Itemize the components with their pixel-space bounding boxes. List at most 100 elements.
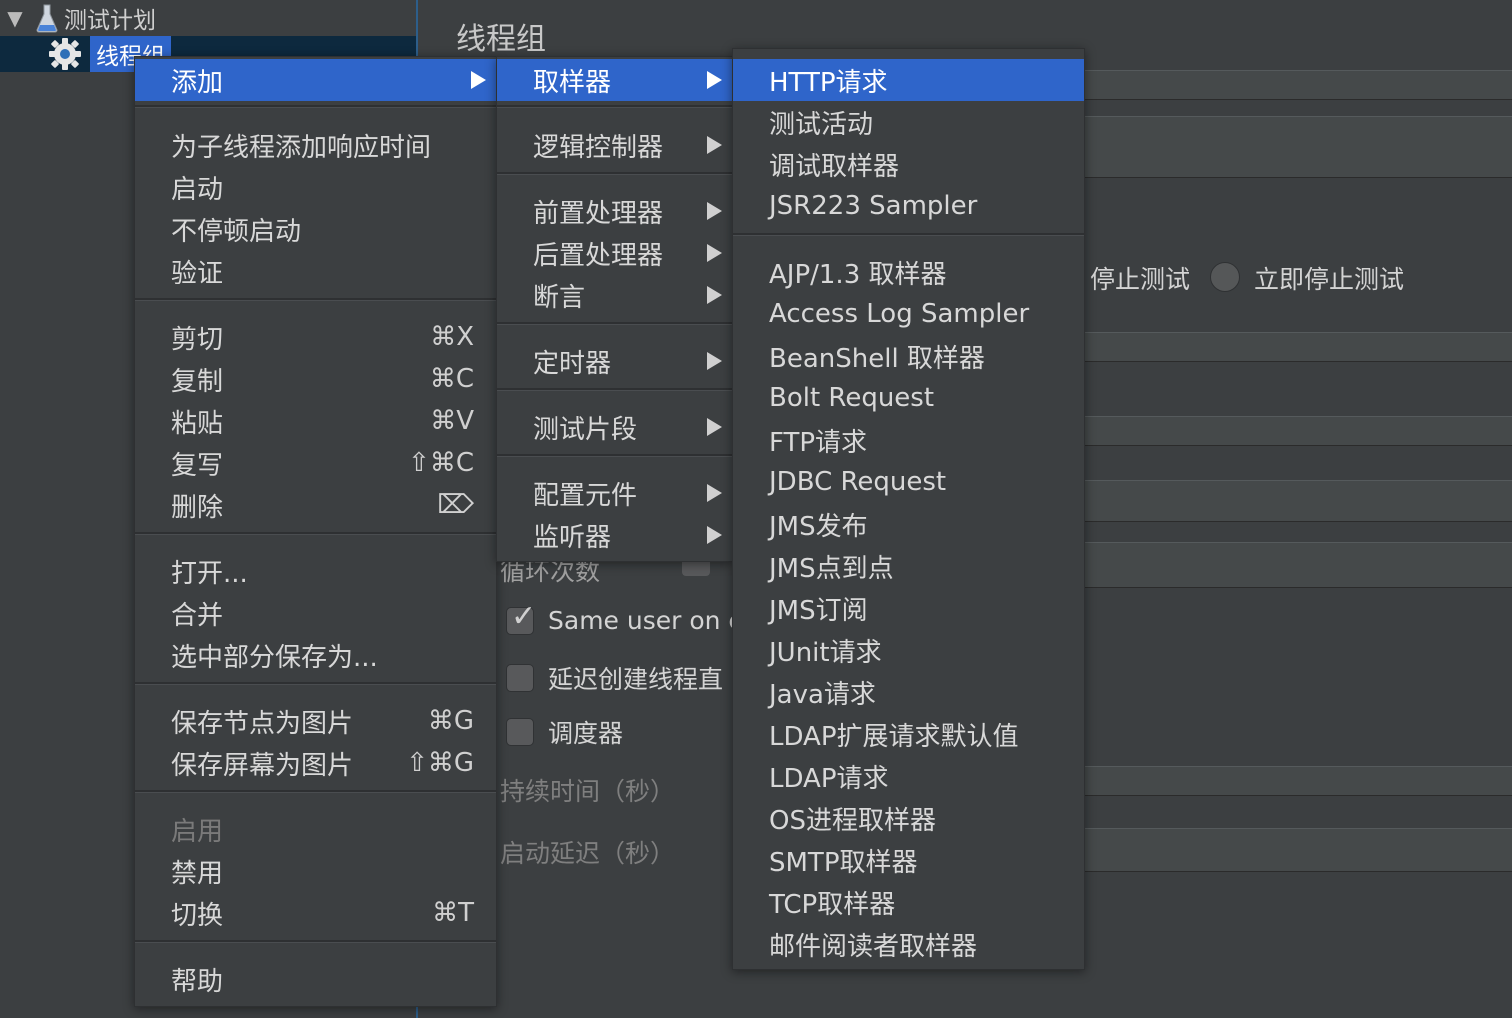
menu-item-label: 禁用 <box>171 858 224 889</box>
expand-toggle-icon[interactable]: ▼ <box>0 6 30 30</box>
menu-item-delete[interactable]: 删除 ⌦ <box>135 484 496 526</box>
menu-item-label: 定时器 <box>533 348 612 379</box>
menu-item-java-request[interactable]: Java请求 <box>733 671 1084 713</box>
menu-item-mail-reader-sampler[interactable]: 邮件阅读者取样器 <box>733 923 1084 965</box>
stop-now-radio[interactable] <box>1210 262 1240 292</box>
menu-item-label: 保存节点为图片 <box>171 708 354 739</box>
menu-item-test-action[interactable]: 测试活动 <box>733 101 1084 143</box>
menu-item-label: 复写 <box>171 450 224 481</box>
menu-item-smtp-sampler[interactable]: SMTP取样器 <box>733 839 1084 881</box>
menu-item-label: JMS订阅 <box>769 595 868 626</box>
shortcut-label: ⌘X <box>430 322 474 352</box>
menu-item-label: 断言 <box>533 282 586 313</box>
thread-group-gear-icon <box>46 36 84 72</box>
menu-item-merge[interactable]: 合并 <box>135 592 496 634</box>
loop-field[interactable] <box>1084 480 1512 522</box>
menu-item-ldap-request[interactable]: LDAP请求 <box>733 755 1084 797</box>
startup-delay-label: 启动延迟（秒） <box>500 839 676 868</box>
menu-item-save-node-image[interactable]: 保存节点为图片 ⌘G <box>135 700 496 742</box>
menu-item-ftp-request[interactable]: FTP请求 <box>733 419 1084 461</box>
menu-item-save-screen-image[interactable]: 保存屏幕为图片 ⇧⌘G <box>135 742 496 784</box>
menu-item-jsr223-sampler[interactable]: JSR223 Sampler <box>733 185 1084 227</box>
menu-item-toggle[interactable]: 切换 ⌘T <box>135 892 496 934</box>
menu-item-tcp-sampler[interactable]: TCP取样器 <box>733 881 1084 923</box>
menu-item-post-processor[interactable]: 后置处理器 <box>497 232 732 274</box>
menu-item-label: 不停顿启动 <box>171 216 302 247</box>
shortcut-label: ⌘G <box>427 706 474 736</box>
menu-item-add[interactable]: 添加 <box>135 59 496 101</box>
menu-item-access-log-sampler[interactable]: Access Log Sampler <box>733 293 1084 335</box>
menu-item-label: JMS发布 <box>769 511 868 542</box>
menu-separator <box>135 298 496 301</box>
delay-create-option[interactable]: 延迟创建线程直 <box>506 660 723 696</box>
name-field[interactable] <box>1084 70 1512 100</box>
menu-item-validate[interactable]: 验证 <box>135 250 496 292</box>
menu-item-sampler[interactable]: 取样器 <box>497 59 732 101</box>
ramp-up-field[interactable] <box>1084 416 1512 446</box>
menu-separator <box>497 388 732 391</box>
shortcut-label: ⌘V <box>430 406 474 436</box>
menu-item-ajp-sampler[interactable]: AJP/1.3 取样器 <box>733 251 1084 293</box>
menu-item-copy[interactable]: 复制 ⌘C <box>135 358 496 400</box>
menu-item-junit-request[interactable]: JUnit请求 <box>733 629 1084 671</box>
submenu-arrow-icon <box>707 352 722 370</box>
scheduler-checkbox[interactable] <box>506 718 534 746</box>
same-user-option[interactable]: ✓ Same user on e <box>506 601 744 635</box>
menu-item-os-process-sampler[interactable]: OS进程取样器 <box>733 797 1084 839</box>
startup-delay-field[interactable] <box>1084 828 1512 872</box>
duration-field[interactable] <box>1084 766 1512 796</box>
menu-item-beanshell-sampler[interactable]: BeanShell 取样器 <box>733 335 1084 377</box>
menu-item-jms-subscribe[interactable]: JMS订阅 <box>733 587 1084 629</box>
scheduler-label: 调度器 <box>548 719 624 748</box>
menu-item-open[interactable]: 打开... <box>135 550 496 592</box>
menu-item-start-no-pause[interactable]: 不停顿启动 <box>135 208 496 250</box>
menu-item-disable[interactable]: 禁用 <box>135 850 496 892</box>
menu-separator <box>497 454 732 457</box>
delay-create-checkbox[interactable] <box>506 664 534 692</box>
menu-item-logic-controller[interactable]: 逻辑控制器 <box>497 124 732 166</box>
tree-node-test-plan[interactable]: ▼ 测试计划 <box>0 0 416 36</box>
menu-item-ldap-ext-defaults[interactable]: LDAP扩展请求默认值 <box>733 713 1084 755</box>
comments-field[interactable] <box>1084 116 1512 178</box>
menu-item-label: 复制 <box>171 366 224 397</box>
menu-separator <box>135 790 496 793</box>
menu-item-test-fragment[interactable]: 测试片段 <box>497 406 732 448</box>
menu-item-save-selection[interactable]: 选中部分保存为... <box>135 634 496 676</box>
menu-item-jdbc-request[interactable]: JDBC Request <box>733 461 1084 503</box>
menu-item-assertion[interactable]: 断言 <box>497 274 732 316</box>
menu-separator <box>135 105 496 108</box>
menu-item-config-element[interactable]: 配置元件 <box>497 472 732 514</box>
menu-item-paste[interactable]: 粘贴 ⌘V <box>135 400 496 442</box>
delete-key-icon: ⌦ <box>437 490 474 520</box>
threads-field[interactable] <box>1084 332 1512 362</box>
menu-item-add-resp-time[interactable]: 为子线程添加响应时间 <box>135 124 496 166</box>
menu-item-jms-publish[interactable]: JMS发布 <box>733 503 1084 545</box>
menu-item-add-label: 添加 <box>171 67 224 98</box>
menu-item-label: 帮助 <box>171 966 224 997</box>
loop-extra-field[interactable] <box>1084 542 1512 588</box>
menu-item-bolt-request[interactable]: Bolt Request <box>733 377 1084 419</box>
menu-item-label: 选中部分保存为... <box>171 642 378 673</box>
menu-item-jms-point-to-point[interactable]: JMS点到点 <box>733 545 1084 587</box>
menu-item-http-request[interactable]: HTTP请求 <box>733 59 1084 101</box>
delay-create-label: 延迟创建线程直 <box>548 665 724 694</box>
same-user-checkbox[interactable]: ✓ <box>506 601 536 635</box>
menu-item-label: 删除 <box>171 492 224 523</box>
menu-item-duplicate[interactable]: 复写 ⇧⌘C <box>135 442 496 484</box>
menu-item-listener[interactable]: 监听器 <box>497 514 732 556</box>
menu-item-help[interactable]: 帮助 <box>135 958 496 1000</box>
menu-item-pre-processor[interactable]: 前置处理器 <box>497 190 732 232</box>
scheduler-option[interactable]: 调度器 <box>506 714 623 750</box>
menu-item-label: 启用 <box>171 816 224 847</box>
menu-item-debug-sampler[interactable]: 调试取样器 <box>733 143 1084 185</box>
menu-item-start[interactable]: 启动 <box>135 166 496 208</box>
sampler-submenu: HTTP请求 测试活动 调试取样器 JSR223 Sampler AJP/1.3… <box>732 48 1085 970</box>
menu-separator <box>733 233 1084 236</box>
menu-item-label: 测试片段 <box>533 414 638 445</box>
menu-item-timer[interactable]: 定时器 <box>497 340 732 382</box>
menu-item-cut[interactable]: 剪切 ⌘X <box>135 316 496 358</box>
context-menu: 添加 为子线程添加响应时间 启动 不停顿启动 验证 剪切 ⌘X 复制 ⌘C 粘贴 ⌘V… <box>134 56 497 1007</box>
menu-separator <box>497 322 732 325</box>
submenu-arrow-icon <box>707 244 722 262</box>
menu-item-label: 配置元件 <box>533 480 638 511</box>
